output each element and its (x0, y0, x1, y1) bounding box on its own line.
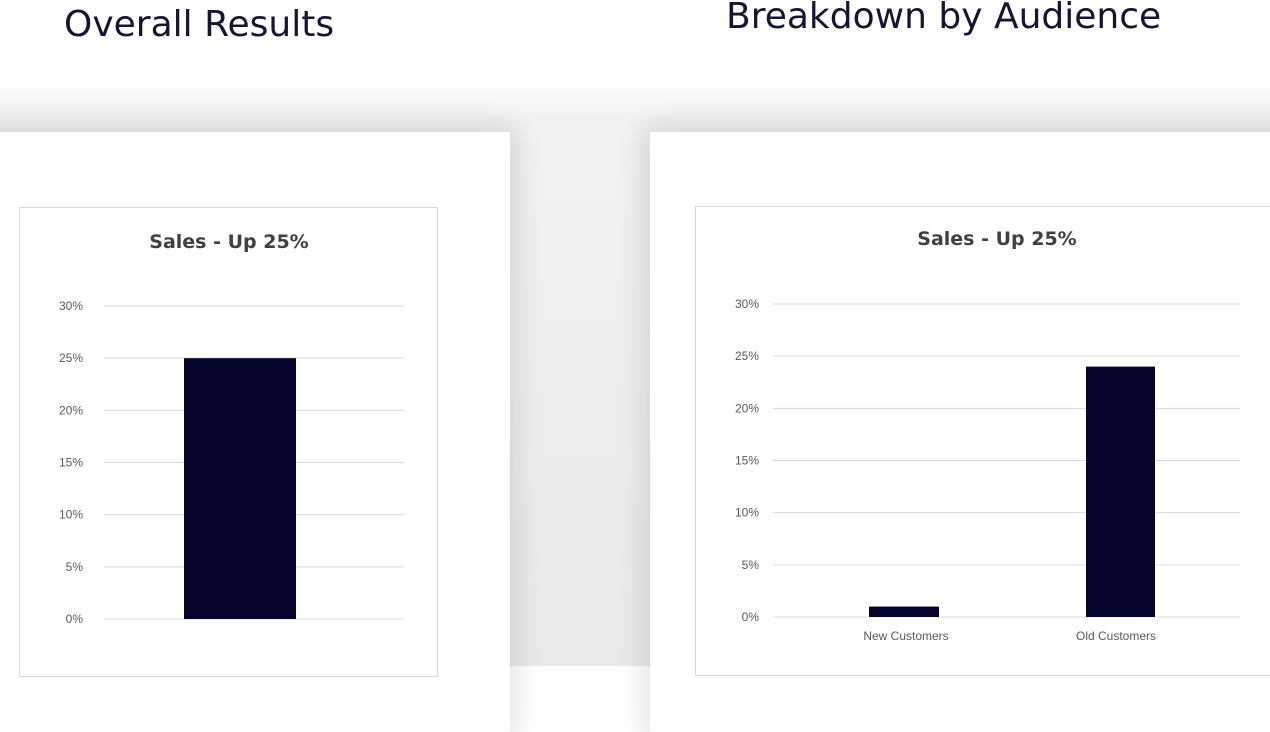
overall-chart-title: Sales - Up 25% (149, 231, 308, 253)
audience-y-tick-label: 15% (735, 454, 759, 468)
audience-category-label: New Customers (863, 629, 948, 643)
overall-y-tick-label: 10% (59, 508, 83, 522)
audience-chart-title: Sales - Up 25% (917, 228, 1076, 250)
overall-bar-1 (184, 358, 296, 619)
overall-y-tick-label: 5% (66, 560, 84, 574)
charts-canvas: Sales - Up 25% 0% 5% 10% 15% 20% 25% 30% Sales -… (59, 228, 1240, 643)
overall-y-tick-label: 0% (66, 612, 84, 626)
audience-category-label: Old Customers (1076, 629, 1156, 643)
audience-y-tick-label: 20% (735, 401, 759, 415)
audience-y-tick-label: 5% (742, 558, 760, 572)
overall-y-tick-label: 30% (59, 299, 83, 313)
audience-bar-1 (869, 606, 939, 617)
overall-y-tick-label: 25% (59, 351, 83, 365)
audience-y-tick-label: 25% (735, 349, 759, 363)
overall-y-tick-label: 20% (59, 403, 83, 417)
audience-bar-2 (1086, 366, 1155, 617)
audience-y-tick-label: 10% (735, 506, 759, 520)
audience-y-tick-label: 0% (742, 610, 760, 624)
overall-y-tick-label: 15% (59, 456, 83, 470)
audience-y-tick-label: 30% (735, 297, 759, 311)
